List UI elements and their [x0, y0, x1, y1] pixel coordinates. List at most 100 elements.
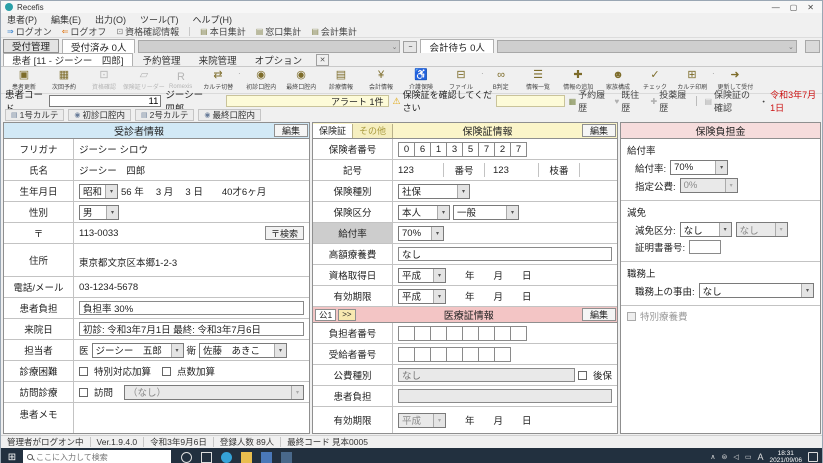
insurance-edit-button[interactable]: 編集	[581, 124, 616, 137]
cortana-icon[interactable]	[181, 451, 192, 463]
ime-indicator[interactable]: A	[757, 452, 763, 462]
accounting-wait-tab[interactable]: 会計待ち 0人	[420, 39, 494, 54]
kohi-badge[interactable]: 公1	[315, 308, 337, 321]
treatment-info-button[interactable]: ▤ 診療情報	[321, 69, 361, 91]
window-total-button[interactable]: ▤ 窓口集計	[256, 25, 302, 38]
minimize-button[interactable]: —	[772, 3, 780, 12]
symbol-value[interactable]: 123	[393, 165, 440, 176]
close-button[interactable]: ✕	[807, 3, 814, 12]
visit-date-field[interactable]: 初診: 令和3年7月1日 最終: 令和3年7月6日	[79, 322, 304, 336]
expiry-era-select[interactable]: 平成 ▾	[398, 288, 446, 304]
alert-box-secondary[interactable]	[496, 95, 565, 107]
tab-first-oral[interactable]: ◉ 初診口腔内	[68, 108, 131, 121]
recipient-number-digits[interactable]	[398, 346, 511, 362]
qualification-info-button[interactable]: ⊡ 資格確認情報	[116, 25, 179, 38]
task-view-icon[interactable]	[201, 451, 212, 463]
tray-chevron-icon[interactable]: ∧	[710, 453, 715, 461]
category-select[interactable]: 一般 ▾	[453, 204, 519, 220]
taskbar-clock[interactable]: 18:31 2021/09/06	[769, 450, 802, 463]
patient-code-input[interactable]	[49, 95, 162, 107]
taskbar-search[interactable]	[23, 450, 171, 463]
next-appointment-button[interactable]: ▦ 次回予約	[44, 69, 84, 91]
number-value[interactable]: 123	[488, 165, 535, 176]
home-visit-checkbox[interactable]	[79, 387, 88, 397]
relation-select[interactable]: 本人 ▾	[398, 204, 450, 220]
medical-history-link[interactable]: ♥ 既往歴	[614, 88, 642, 114]
burden-benefit-rate-select[interactable]: 70% ▾	[670, 160, 729, 175]
tab-close-icon[interactable]: ✕	[316, 54, 330, 66]
expand-button[interactable]: >>	[338, 308, 356, 321]
notification-center-icon[interactable]	[808, 452, 818, 462]
tab-visit[interactable]: 来院管理	[191, 53, 245, 67]
reception-manage-button[interactable]: 受付管理	[3, 39, 60, 53]
special-response-checkbox[interactable]	[79, 366, 88, 376]
insurance-type-select[interactable]: 社保 ▾	[398, 183, 470, 199]
start-button[interactable]: ⊞	[1, 448, 23, 463]
pinned-app-icon[interactable]	[261, 451, 272, 463]
end-box-button[interactable]	[805, 40, 820, 53]
divider	[695, 96, 697, 106]
logon-button[interactable]: ⇒ ログオン	[7, 25, 52, 38]
maximize-button[interactable]: ▢	[790, 3, 798, 12]
check-button[interactable]: ✓ チェック	[638, 69, 672, 91]
tab-karte-1[interactable]: ▤ 1号カルテ	[5, 108, 65, 121]
sex-select[interactable]: 男 ▾	[79, 204, 119, 220]
search-input[interactable]	[36, 452, 167, 462]
tray-battery-icon[interactable]: ▭	[745, 453, 752, 461]
tray-network-icon[interactable]: ⊜	[722, 453, 728, 461]
logon-arrow-icon: ⇒	[7, 26, 14, 36]
certificate-number-input[interactable]	[689, 240, 722, 254]
high-cost-field[interactable]: なし	[398, 247, 612, 261]
accounting-total-button[interactable]: ▤ 会計集計	[311, 25, 357, 38]
accounting-wait-combobox[interactable]: ⌄	[496, 40, 797, 53]
on-duty-reason-select[interactable]: なし ▾	[698, 283, 814, 298]
photos-app-icon[interactable]	[281, 451, 292, 463]
patient-burden-label: 患者負担	[4, 298, 74, 318]
tab-other[interactable]: その他	[353, 123, 394, 138]
karte-switch-button[interactable]: ⇄ カルテ切替	[198, 69, 238, 91]
info-list-button[interactable]: ☰ 情報一覧	[518, 69, 558, 91]
info-add-button[interactable]: ✚ 情報の追加	[558, 69, 598, 91]
patient-tab-row: 患者 [11 - ジーシー 四郎] 予約管理 来院管理 オプション ✕	[1, 53, 822, 67]
doctor-select[interactable]: ジーシー 五郎 ▾	[91, 342, 184, 358]
status-date: 令和3年9月6日	[144, 437, 214, 447]
examinee-info-panel: 受診者情報 編集 フリガナ ジーシー シロウ 氏名 ジーシー 四郎 生年月日 昭和 ▾…	[3, 122, 310, 434]
zip-search-button[interactable]: 〒検索	[264, 226, 304, 240]
first-oral-photo-button[interactable]: ◉ 初診口腔内	[241, 69, 281, 91]
examinee-edit-button[interactable]: 編集	[273, 124, 308, 137]
tab-option[interactable]: オプション	[247, 53, 311, 67]
chevron-down-icon: ▾	[274, 343, 287, 357]
alert-box[interactable]: アラート 1件	[225, 95, 389, 107]
patient-burden-field[interactable]: 負担率 30%	[79, 301, 304, 315]
reservation-history-link[interactable]: ▦ 予約履歴	[569, 88, 607, 114]
last-oral-photo-button[interactable]: ◉ 最終口腔内	[281, 69, 321, 91]
tab-karte-2[interactable]: ▤ 2号カルテ	[134, 108, 195, 121]
reception-done-tab[interactable]: 受付済み 0人	[62, 39, 136, 54]
edge-browser-icon[interactable]	[221, 451, 232, 463]
tab-insurance-card[interactable]: 保険証	[313, 123, 354, 138]
medication-history-link[interactable]: ✚ 投薬履歴	[651, 88, 688, 114]
benefit-rate-select[interactable]: 70% ▾	[398, 225, 444, 241]
collapse-button[interactable]: −	[403, 41, 418, 53]
late-insurance-checkbox[interactable]	[577, 370, 587, 380]
public-expense-type-label: 公費種別	[313, 365, 393, 385]
tab-last-oral[interactable]: ◉ 最終口腔内	[198, 108, 261, 121]
qualification-era-select[interactable]: 平成 ▾	[398, 267, 446, 283]
hygienist-select[interactable]: 佐藤 あきこ ▾	[199, 342, 288, 358]
medical-cert-edit-button[interactable]: 編集	[581, 308, 616, 321]
insurance-confirm-link[interactable]: ▤ 保険証の確認 ・ 令和3年7月1日	[704, 88, 818, 114]
insurer-number-digits[interactable]: 06135727	[398, 141, 527, 157]
today-total-button[interactable]: ▤ 本日集計	[200, 25, 246, 38]
point-addition-checkbox[interactable]	[162, 366, 172, 376]
reduction-select-1[interactable]: なし ▾	[679, 222, 732, 237]
logoff-button[interactable]: ⇐ ログオフ	[62, 25, 107, 38]
tab-reservation[interactable]: 予約管理	[135, 53, 189, 67]
reception-done-combobox[interactable]: ⌄	[138, 40, 401, 53]
payer-number-digits[interactable]	[398, 325, 527, 341]
tab-patient[interactable]: 患者 [11 - ジーシー 四郎]	[3, 53, 133, 67]
update-and-accept-button[interactable]: ➜ 更新して受付	[715, 69, 755, 91]
karte-print-button[interactable]: ⊞ カルテ印刷	[672, 69, 712, 91]
file-explorer-icon[interactable]	[241, 451, 252, 463]
tray-volume-icon[interactable]: ◁	[733, 453, 738, 461]
birth-era-select[interactable]: 昭和 ▾	[79, 183, 119, 199]
